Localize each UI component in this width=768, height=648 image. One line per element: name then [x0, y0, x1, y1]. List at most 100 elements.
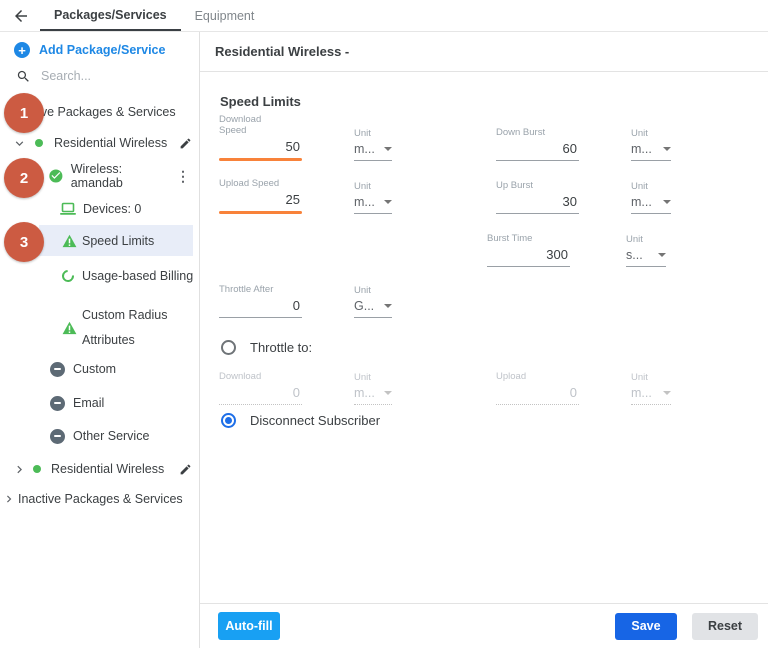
speed-limits-label: Speed Limits	[82, 233, 155, 248]
field-underline	[496, 213, 579, 214]
sidebar-item-custom-radius[interactable]: Custom Radius Attributes	[62, 302, 186, 354]
sidebar-item-residential-wireless-1[interactable]: Residential Wireless	[12, 134, 192, 152]
save-button[interactable]: Save	[615, 612, 677, 640]
reset-button[interactable]: Reset	[692, 612, 758, 640]
field-underline	[631, 213, 671, 214]
field-underline	[219, 317, 302, 318]
inactive-packages-section-header[interactable]: Inactive Packages & Services	[2, 490, 183, 508]
dropdown-arrow-icon	[384, 304, 392, 308]
down-burst-input[interactable]	[496, 141, 579, 160]
sidebar-item-other-service[interactable]: Other Service	[50, 427, 149, 445]
autofill-button[interactable]: Auto-fill	[218, 612, 280, 640]
field-underline	[626, 266, 666, 267]
field-underline	[631, 404, 671, 405]
disabled-minus-circle-icon	[50, 361, 65, 377]
down-burst-field: Down Burst	[496, 127, 579, 161]
field-underline	[354, 317, 392, 318]
back-button[interactable]	[6, 0, 36, 31]
unit-value: m...	[631, 142, 652, 156]
upload-speed-input[interactable]	[219, 192, 302, 211]
unit-select: m...	[354, 386, 392, 404]
unit-select[interactable]: s...	[626, 248, 666, 266]
field-underline	[219, 158, 302, 161]
field-label: Download Speed	[219, 114, 262, 136]
throttle-after-unit-field: Unit G...	[354, 285, 392, 318]
disconnect-subscriber-radio[interactable]	[221, 413, 236, 428]
edit-pencil-icon[interactable]	[179, 137, 192, 150]
sidebar-item-residential-wireless-2[interactable]: Residential Wireless	[12, 460, 192, 478]
sidebar-item-wireless-amandab[interactable]: Wireless: amandab ⋮	[48, 162, 190, 190]
unit-select[interactable]: G...	[354, 299, 392, 317]
unit-select[interactable]: m...	[354, 195, 392, 213]
edit-pencil-icon[interactable]	[179, 463, 192, 476]
field-underline	[354, 404, 392, 405]
throttle-upload-input	[496, 385, 579, 404]
field-label: Throttle After	[219, 284, 274, 295]
field-underline	[496, 160, 579, 161]
field-label: Upload	[496, 371, 527, 382]
form-footer: Auto-fill Save Reset	[200, 603, 768, 648]
unit-label: Unit	[354, 128, 371, 139]
usage-billing-icon	[59, 267, 77, 285]
up-burst-field: Up Burst	[496, 180, 579, 214]
unit-select[interactable]: m...	[631, 195, 671, 213]
status-dot-icon	[33, 465, 41, 473]
more-options-icon[interactable]: ⋮	[176, 168, 190, 185]
unit-select[interactable]: m...	[354, 142, 392, 160]
other-service-label: Other Service	[73, 429, 150, 443]
dropdown-arrow-icon	[384, 200, 392, 204]
field-label: Download	[219, 371, 262, 382]
arrow-left-icon	[15, 9, 27, 22]
add-package-service-button[interactable]: + Add Package/Service	[14, 41, 165, 59]
throttle-after-input[interactable]	[219, 298, 302, 317]
sidebar-item-usage-billing[interactable]: Usage-based Billing	[59, 267, 193, 285]
field-underline	[631, 160, 671, 161]
packages-sidebar: + Add Package/Service Active Packages & …	[0, 32, 200, 648]
sidebar-item-devices[interactable]: Devices: 0	[60, 200, 141, 218]
package-label: Residential Wireless	[54, 136, 168, 150]
unit-label: Unit	[354, 372, 371, 383]
field-underline	[219, 211, 302, 214]
burst-time-unit-field: Unit s...	[626, 234, 666, 267]
page-title: Residential Wireless -	[215, 44, 350, 59]
down-burst-unit-field: Unit m...	[631, 128, 671, 161]
field-label: Up Burst	[496, 180, 533, 191]
unit-label: Unit	[626, 234, 643, 245]
sidebar-item-speed-limits[interactable]: Speed Limits	[39, 225, 193, 256]
sidebar-item-email[interactable]: Email	[50, 394, 104, 412]
throttle-to-option: Throttle to:	[221, 340, 312, 355]
search-input[interactable]	[41, 69, 161, 83]
throttle-to-radio[interactable]	[221, 340, 236, 355]
unit-select[interactable]: m...	[631, 142, 671, 160]
form-row-throttle-targets: Download Unit m... Upload	[200, 371, 768, 405]
up-burst-input[interactable]	[496, 194, 579, 213]
throttle-download-field: Download	[219, 371, 302, 405]
disconnect-subscriber-label: Disconnect Subscriber	[250, 413, 381, 428]
unit-label: Unit	[631, 372, 648, 383]
tab-strip: Packages/Services Equipment	[40, 0, 268, 31]
sidebar-item-custom[interactable]: Custom	[50, 360, 116, 378]
field-underline	[219, 404, 302, 405]
form-row-4: Throttle After Unit G...	[200, 284, 768, 318]
unit-value: m...	[631, 386, 652, 400]
dropdown-arrow-icon	[384, 147, 392, 151]
unit-value: m...	[354, 142, 375, 156]
package-label: Residential Wireless	[51, 462, 165, 476]
disabled-minus-circle-icon	[50, 428, 65, 444]
download-speed-input[interactable]	[219, 139, 302, 158]
field-label: Upload Speed	[219, 178, 280, 189]
tab-equipment[interactable]: Equipment	[181, 0, 269, 31]
field-label: Down Burst	[496, 127, 546, 138]
dropdown-arrow-icon	[663, 391, 671, 395]
disconnect-subscriber-option: Disconnect Subscriber	[221, 413, 380, 428]
throttle-download-input	[219, 385, 302, 404]
tab-label: Equipment	[194, 8, 255, 23]
burst-time-input[interactable]	[487, 247, 570, 266]
download-speed-unit-field: Unit m...	[354, 128, 392, 161]
check-circle-icon	[49, 169, 63, 183]
dropdown-arrow-icon	[663, 200, 671, 204]
dropdown-arrow-icon	[384, 391, 392, 395]
tab-packages-services[interactable]: Packages/Services	[40, 0, 181, 31]
plus-circle-icon: +	[14, 42, 30, 58]
up-burst-unit-field: Unit m...	[631, 181, 671, 214]
